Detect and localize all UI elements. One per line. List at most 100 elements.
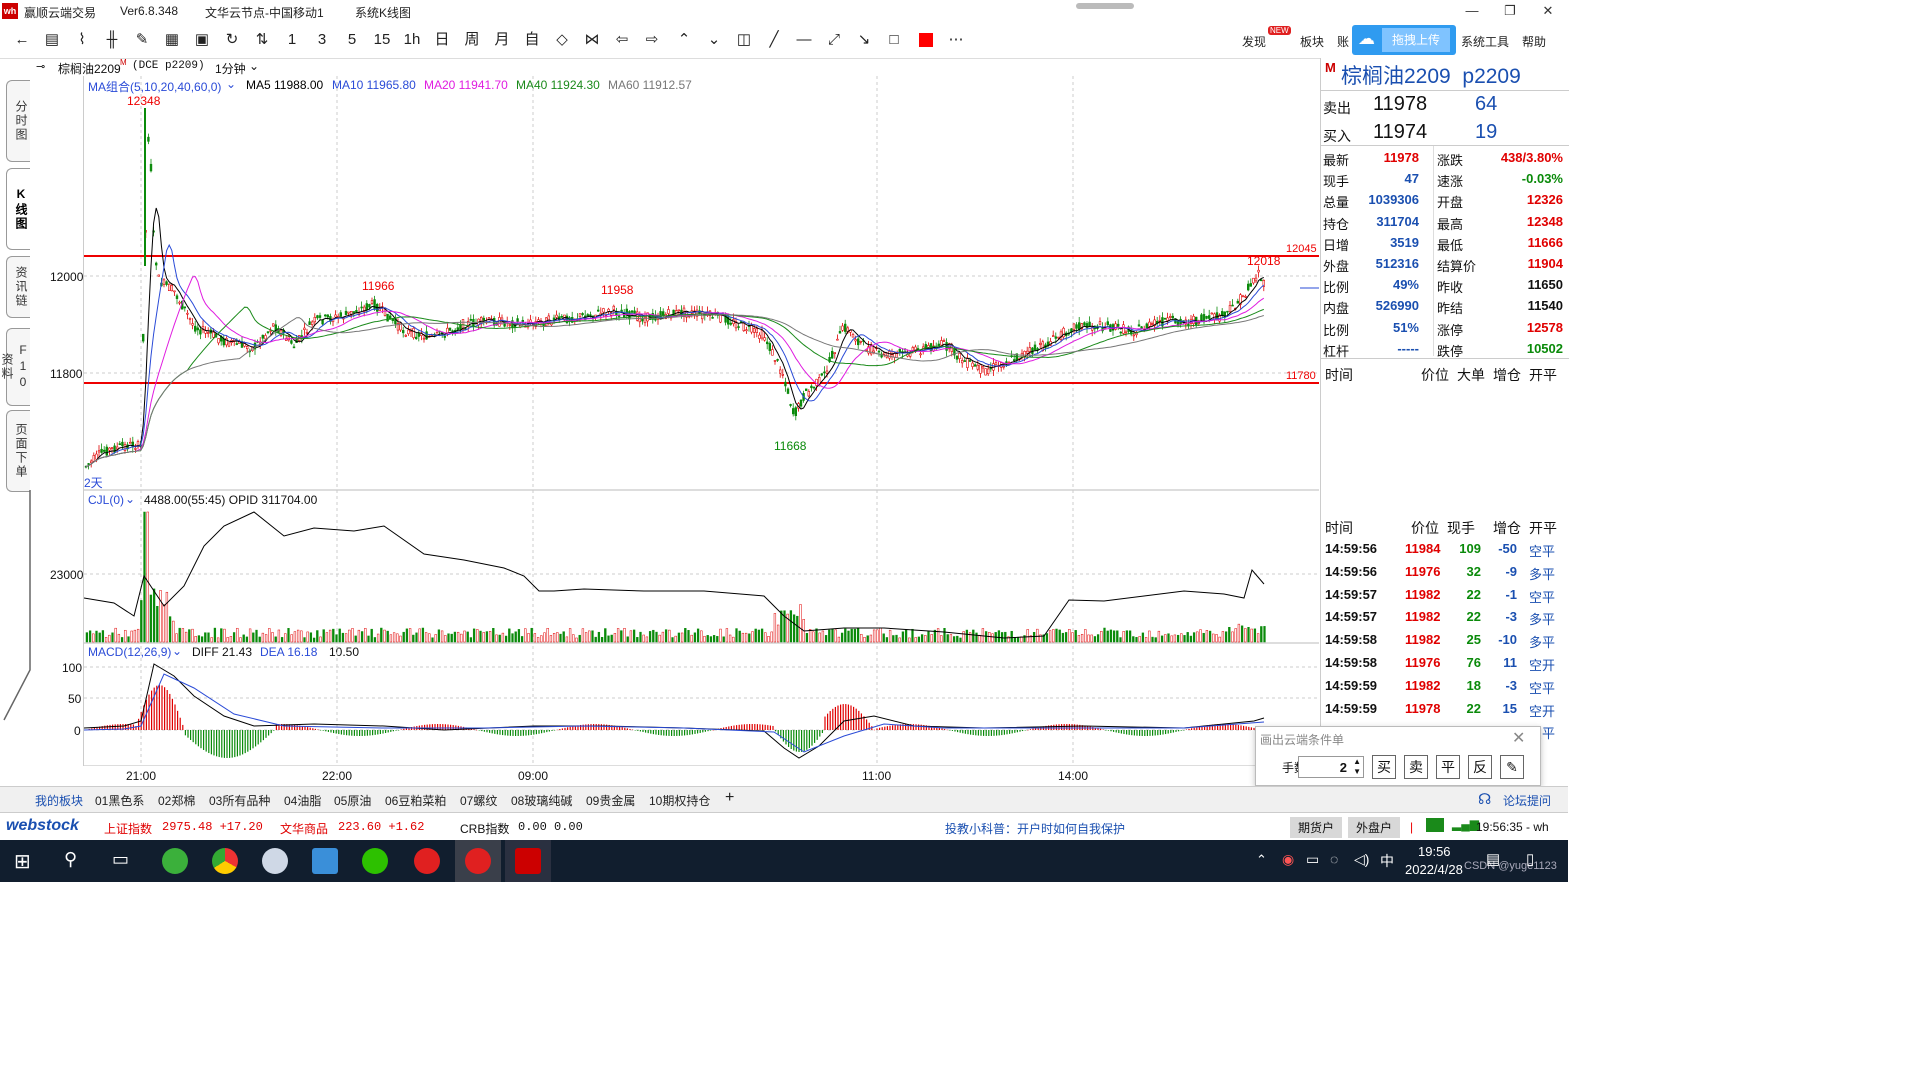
sector-tab[interactable]: 07螺纹 — [460, 792, 497, 809]
sector-tab[interactable]: 06豆粕菜粕 — [385, 792, 446, 809]
more-icon[interactable]: ⋯ — [944, 28, 968, 52]
windows-start-icon[interactable]: ⊞ — [14, 849, 31, 874]
network-icon[interactable]: ◌ — [1330, 851, 1338, 867]
sector-tab[interactable]: 01黑色系 — [95, 792, 144, 809]
reverse-button[interactable]: 反 — [1468, 755, 1492, 779]
draw-arrow-icon[interactable]: ↘ — [852, 28, 876, 52]
move-up-icon[interactable]: ⌃ — [672, 28, 696, 52]
symbol-name[interactable]: 棕榈油2209 — [58, 60, 121, 77]
layout-icon[interactable]: ◫ — [732, 28, 756, 52]
period-custom[interactable]: 自 — [520, 28, 544, 52]
close-position-button[interactable]: 平 — [1436, 755, 1460, 779]
indicator-icon[interactable]: ⇅ — [250, 28, 274, 52]
period-1[interactable]: 1 — [280, 28, 304, 52]
close-icon[interactable]: ✕ — [1512, 728, 1525, 748]
sector-tab[interactable]: 08玻璃纯碱 — [511, 792, 572, 809]
buy-price[interactable]: 11974 — [1373, 121, 1427, 144]
chevron-down-icon[interactable]: ⌄ — [249, 59, 259, 73]
minimize-icon[interactable]: — — [1452, 2, 1492, 20]
draw-pen-icon[interactable]: ✎ — [1500, 755, 1524, 779]
tab-kline[interactable]: K线图 — [6, 168, 30, 250]
app-icon[interactable] — [465, 848, 491, 874]
sector-tab[interactable]: 10期权持仓 — [649, 792, 710, 809]
period-3[interactable]: 3 — [310, 28, 334, 52]
stepper-arrows-icon[interactable]: ▲ ▼ — [1353, 757, 1361, 777]
app-icon[interactable] — [262, 848, 288, 874]
add-sector-button[interactable]: + — [725, 789, 734, 807]
period-month[interactable]: 月 — [490, 28, 514, 52]
tab-order[interactable]: 页面下单 — [6, 410, 30, 492]
volume-icon[interactable]: ◁) — [1354, 851, 1369, 868]
ime-indicator[interactable]: 中 — [1380, 851, 1394, 871]
sector-tab[interactable]: 02郑棉 — [158, 792, 195, 809]
tip-link[interactable]: 投教小科普：开户时如何自我保护 — [945, 820, 1125, 837]
app-icon[interactable] — [312, 848, 338, 874]
tray-icon[interactable]: ◉ — [1282, 851, 1294, 868]
forum-link[interactable]: 论坛提问 — [1503, 792, 1551, 809]
search-icon[interactable]: ⚲ — [64, 849, 77, 870]
save-icon[interactable]: ▣ — [190, 28, 214, 52]
sell-button[interactable]: 卖 — [1404, 755, 1428, 779]
period-5[interactable]: 5 — [340, 28, 364, 52]
qty-value[interactable]: 2 — [1340, 760, 1347, 775]
sector-tab[interactable]: 09贵金属 — [586, 792, 635, 809]
app-icon[interactable] — [162, 848, 188, 874]
sector-tab[interactable]: 我的板块 — [35, 792, 83, 809]
quote-list-icon[interactable]: ▤ — [40, 28, 64, 52]
sector-tab[interactable]: 05原油 — [334, 792, 371, 809]
draw-rect-icon[interactable]: □ — [882, 28, 906, 52]
zoom-out-icon[interactable]: ⋈ — [580, 28, 604, 52]
foreign-account-button[interactable]: 外盘户 — [1348, 817, 1401, 838]
tab-f10[interactable]: F10资料 — [0, 328, 30, 406]
system-tools-menu[interactable]: 系统工具 — [1461, 33, 1509, 50]
chrome-icon[interactable] — [212, 848, 238, 874]
sector-tab[interactable]: 04油脂 — [284, 792, 321, 809]
wenhua-icon[interactable] — [515, 848, 541, 874]
task-view-icon[interactable]: ▭ — [112, 849, 129, 870]
period-15[interactable]: 15 — [370, 28, 394, 52]
clock-date[interactable]: 2022/4/28 — [1405, 862, 1463, 877]
kline-chart[interactable]: 12045 11780 12348 11966 11958 11668 1201… — [84, 76, 1319, 766]
period-week[interactable]: 周 — [460, 28, 484, 52]
tab-timeshare[interactable]: 分时图 — [6, 80, 30, 162]
help-menu[interactable]: 帮助 — [1522, 33, 1546, 50]
sell-price[interactable]: 11978 — [1373, 93, 1427, 116]
order-icon[interactable]: ✎ — [130, 28, 154, 52]
upload-button[interactable]: ☁ 拖拽上传 — [1352, 25, 1456, 55]
move-down-icon[interactable]: ⌄ — [702, 28, 726, 52]
period-1h[interactable]: 1h — [400, 28, 424, 52]
tray-chevron-icon[interactable]: ⌃ — [1256, 852, 1267, 868]
quote-title[interactable]: 棕榈油2209 p2209 — [1341, 60, 1521, 90]
notification-icon[interactable]: ▤ — [1486, 850, 1500, 868]
calculator-icon[interactable]: ▦ — [160, 28, 184, 52]
move-left-icon[interactable]: ⇦ — [610, 28, 634, 52]
account-menu[interactable]: 账 — [1337, 33, 1349, 50]
zoom-in-icon[interactable]: ◇ — [550, 28, 574, 52]
refresh-icon[interactable]: ↻ — [220, 28, 244, 52]
period-day[interactable]: 日 — [430, 28, 454, 52]
line-chart-icon[interactable]: ⌇ — [70, 28, 94, 52]
sector-tab[interactable]: 03所有品种 — [209, 792, 270, 809]
tab-news[interactable]: 资讯链 — [6, 256, 30, 318]
app-icon[interactable] — [414, 848, 440, 874]
buy-button[interactable]: 买 — [1372, 755, 1396, 779]
sector-menu[interactable]: 板块 — [1300, 33, 1324, 50]
restore-icon[interactable]: ❐ — [1490, 2, 1530, 20]
back-arrow-icon[interactable]: ← — [10, 28, 34, 52]
show-desktop-icon[interactable]: ▯ — [1526, 850, 1534, 868]
color-picker-icon[interactable] — [914, 28, 938, 52]
cloud-order-dialog[interactable]: 画出云端条件单 ✕ 手数 2 ▲ ▼ 买 卖 平 反 ✎ — [1255, 726, 1541, 786]
futures-account-button[interactable]: 期货户 — [1290, 817, 1343, 838]
drag-handle[interactable] — [1076, 3, 1134, 9]
draw-hline-icon[interactable]: — — [792, 28, 816, 52]
draw-ray-icon[interactable]: ⤢ — [822, 28, 846, 52]
move-right-icon[interactable]: ⇨ — [640, 28, 664, 52]
close-icon[interactable]: ✕ — [1528, 2, 1568, 20]
qty-stepper[interactable]: 2 ▲ ▼ — [1298, 756, 1364, 778]
draw-line-icon[interactable]: ╱ — [762, 28, 786, 52]
clock-time[interactable]: 19:56 — [1418, 844, 1451, 859]
interval-select[interactable]: 1分钟 — [215, 60, 246, 77]
discover-menu[interactable]: 发现 — [1242, 33, 1266, 50]
kline-icon[interactable]: ╫ — [100, 28, 124, 52]
battery-icon[interactable]: ▭ — [1306, 851, 1319, 868]
